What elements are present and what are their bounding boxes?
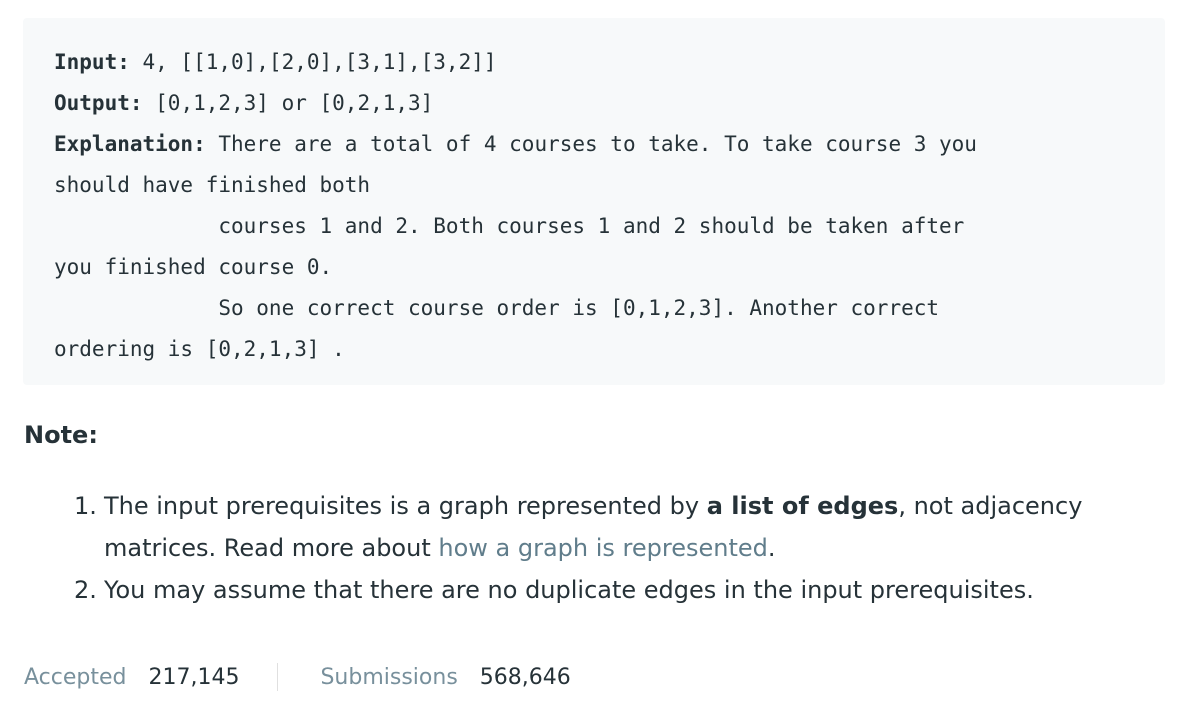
submission-stats: Accepted 217,145 Submissions 568,646 — [24, 660, 571, 694]
output-value: [0,1,2,3] or [0,2,1,3] — [142, 91, 434, 115]
output-line: Output: [0,1,2,3] or [0,2,1,3] — [54, 83, 977, 124]
note-list: 1. The input prerequisites is a graph re… — [24, 485, 1144, 611]
note-heading: Note: — [24, 421, 98, 449]
accepted-label: Accepted — [24, 664, 127, 690]
output-label: Output: — [54, 91, 143, 115]
explanation-line: ordering is [0,2,1,3] . — [54, 337, 345, 361]
input-line: Input: 4, [[1,0],[2,0],[3,1],[3,2]] — [54, 42, 977, 83]
input-label: Input: — [54, 50, 130, 74]
explanation-line: So one correct course order is [0,1,2,3]… — [54, 296, 940, 320]
submissions-count: 568,646 — [479, 664, 571, 690]
graph-representation-link[interactable]: how a graph is represented — [438, 534, 768, 562]
input-value: 4, [[1,0],[2,0],[3,1],[3,2]] — [129, 50, 497, 74]
note-item: 1. The input prerequisites is a graph re… — [24, 485, 1144, 569]
note-text: You may assume that there are no duplica… — [104, 576, 1034, 604]
note-number: 2. — [74, 576, 97, 604]
example-block: Input: 4, [[1,0],[2,0],[3,1],[3,2]] Outpu… — [23, 18, 1165, 385]
explanation-line: should have finished both — [54, 173, 371, 197]
note-text: The input prerequisites is a graph repre… — [104, 492, 707, 520]
note-text: . — [767, 534, 776, 562]
submissions-label: Submissions — [320, 664, 458, 690]
example-code: Input: 4, [[1,0],[2,0],[3,1],[3,2]] Outpu… — [54, 42, 977, 370]
stats-divider — [277, 663, 279, 691]
accepted-count: 217,145 — [148, 664, 240, 690]
explanation-text: There are a total of 4 courses to take. … — [205, 132, 977, 156]
explanation-line: you finished course 0. — [54, 255, 333, 279]
explanation-line: Explanation: There are a total of 4 cour… — [54, 124, 977, 165]
explanation-label: Explanation: — [54, 132, 206, 156]
explanation-line: courses 1 and 2. Both courses 1 and 2 sh… — [54, 214, 965, 238]
note-item: 2. You may assume that there are no dupl… — [24, 569, 1144, 611]
note-bold-text: a list of edges — [706, 492, 899, 520]
note-number: 1. — [74, 492, 97, 520]
